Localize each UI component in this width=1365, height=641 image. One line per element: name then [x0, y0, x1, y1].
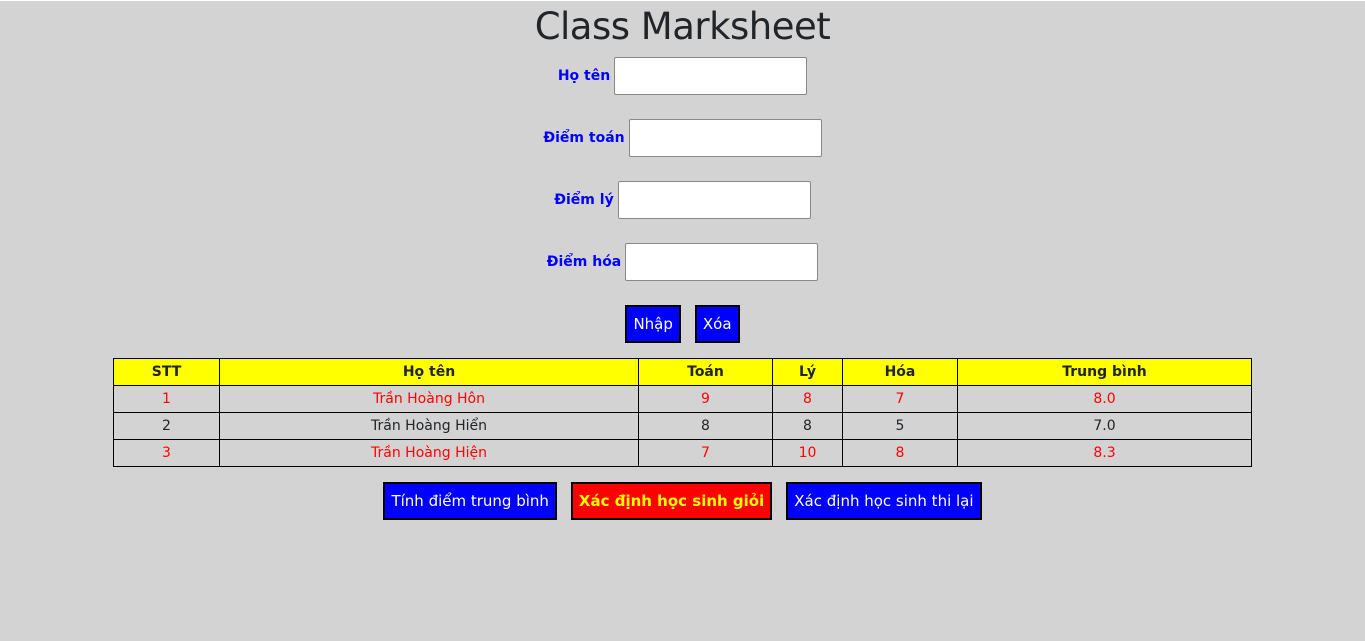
- find-excellent-students-button[interactable]: Xác định học sinh giỏi: [570, 482, 773, 520]
- header-stt: STT: [113, 358, 220, 386]
- marksheet-table: STT Họ tên Toán Lý Hóa Trung bình 1 Trần …: [113, 358, 1252, 467]
- physics-input[interactable]: [617, 181, 811, 219]
- cell-chemistry: 8: [842, 439, 958, 467]
- submit-button[interactable]: Nhập: [625, 305, 681, 343]
- table-row: 3 Trần Hoàng Hiện 7 10 8 8.3: [113, 439, 1252, 467]
- math-label: Điểm toán: [543, 130, 625, 146]
- page-title: Class Marksheet: [534, 5, 831, 48]
- cell-physics: 10: [772, 439, 843, 467]
- cell-average: 8.0: [957, 385, 1252, 413]
- cell-math: 7: [638, 439, 773, 467]
- cell-name: Trần Hoàng Hiển: [219, 412, 639, 440]
- cell-name: Trần Hoàng Hôn: [219, 385, 639, 413]
- student-form: Họ tên Điểm toán Điểm lý Điểm hóa Nhập X…: [0, 57, 1365, 343]
- name-label: Họ tên: [557, 68, 611, 84]
- math-input[interactable]: [628, 119, 822, 157]
- table-row: 1 Trần Hoàng Hôn 9 8 7 8.0: [113, 385, 1252, 413]
- header-chemistry: Hóa: [842, 358, 958, 386]
- name-row: Họ tên: [0, 57, 1365, 95]
- cell-average: 7.0: [957, 412, 1252, 440]
- cell-math: 9: [638, 385, 773, 413]
- header-physics: Lý: [772, 358, 843, 386]
- cell-stt: 2: [113, 412, 220, 440]
- cell-stt: 1: [113, 385, 220, 413]
- table-row: 2 Trần Hoàng Hiển 8 8 5 7.0: [113, 412, 1252, 440]
- chemistry-row: Điểm hóa: [0, 243, 1365, 281]
- cell-physics: 8: [772, 412, 843, 440]
- cell-stt: 3: [113, 439, 220, 467]
- calculate-average-button[interactable]: Tính điểm trung bình: [383, 482, 557, 520]
- cell-math: 8: [638, 412, 773, 440]
- chemistry-input[interactable]: [625, 243, 819, 281]
- name-input[interactable]: [614, 57, 808, 95]
- cell-name: Trần Hoàng Hiện: [219, 439, 639, 467]
- physics-label: Điểm lý: [554, 192, 614, 208]
- clear-button[interactable]: Xóa: [694, 305, 740, 343]
- physics-row: Điểm lý: [0, 181, 1365, 219]
- math-row: Điểm toán: [0, 119, 1365, 157]
- cell-chemistry: 5: [842, 412, 958, 440]
- cell-average: 8.3: [957, 439, 1252, 467]
- chemistry-label: Điểm hóa: [546, 254, 622, 270]
- find-retake-students-button[interactable]: Xác định học sinh thi lại: [786, 482, 982, 520]
- table-header-row: STT Họ tên Toán Lý Hóa Trung bình: [113, 358, 1252, 386]
- header-average: Trung bình: [957, 358, 1252, 386]
- cell-physics: 8: [772, 385, 843, 413]
- cell-chemistry: 7: [842, 385, 958, 413]
- header-name: Họ tên: [219, 358, 639, 386]
- header-math: Toán: [638, 358, 773, 386]
